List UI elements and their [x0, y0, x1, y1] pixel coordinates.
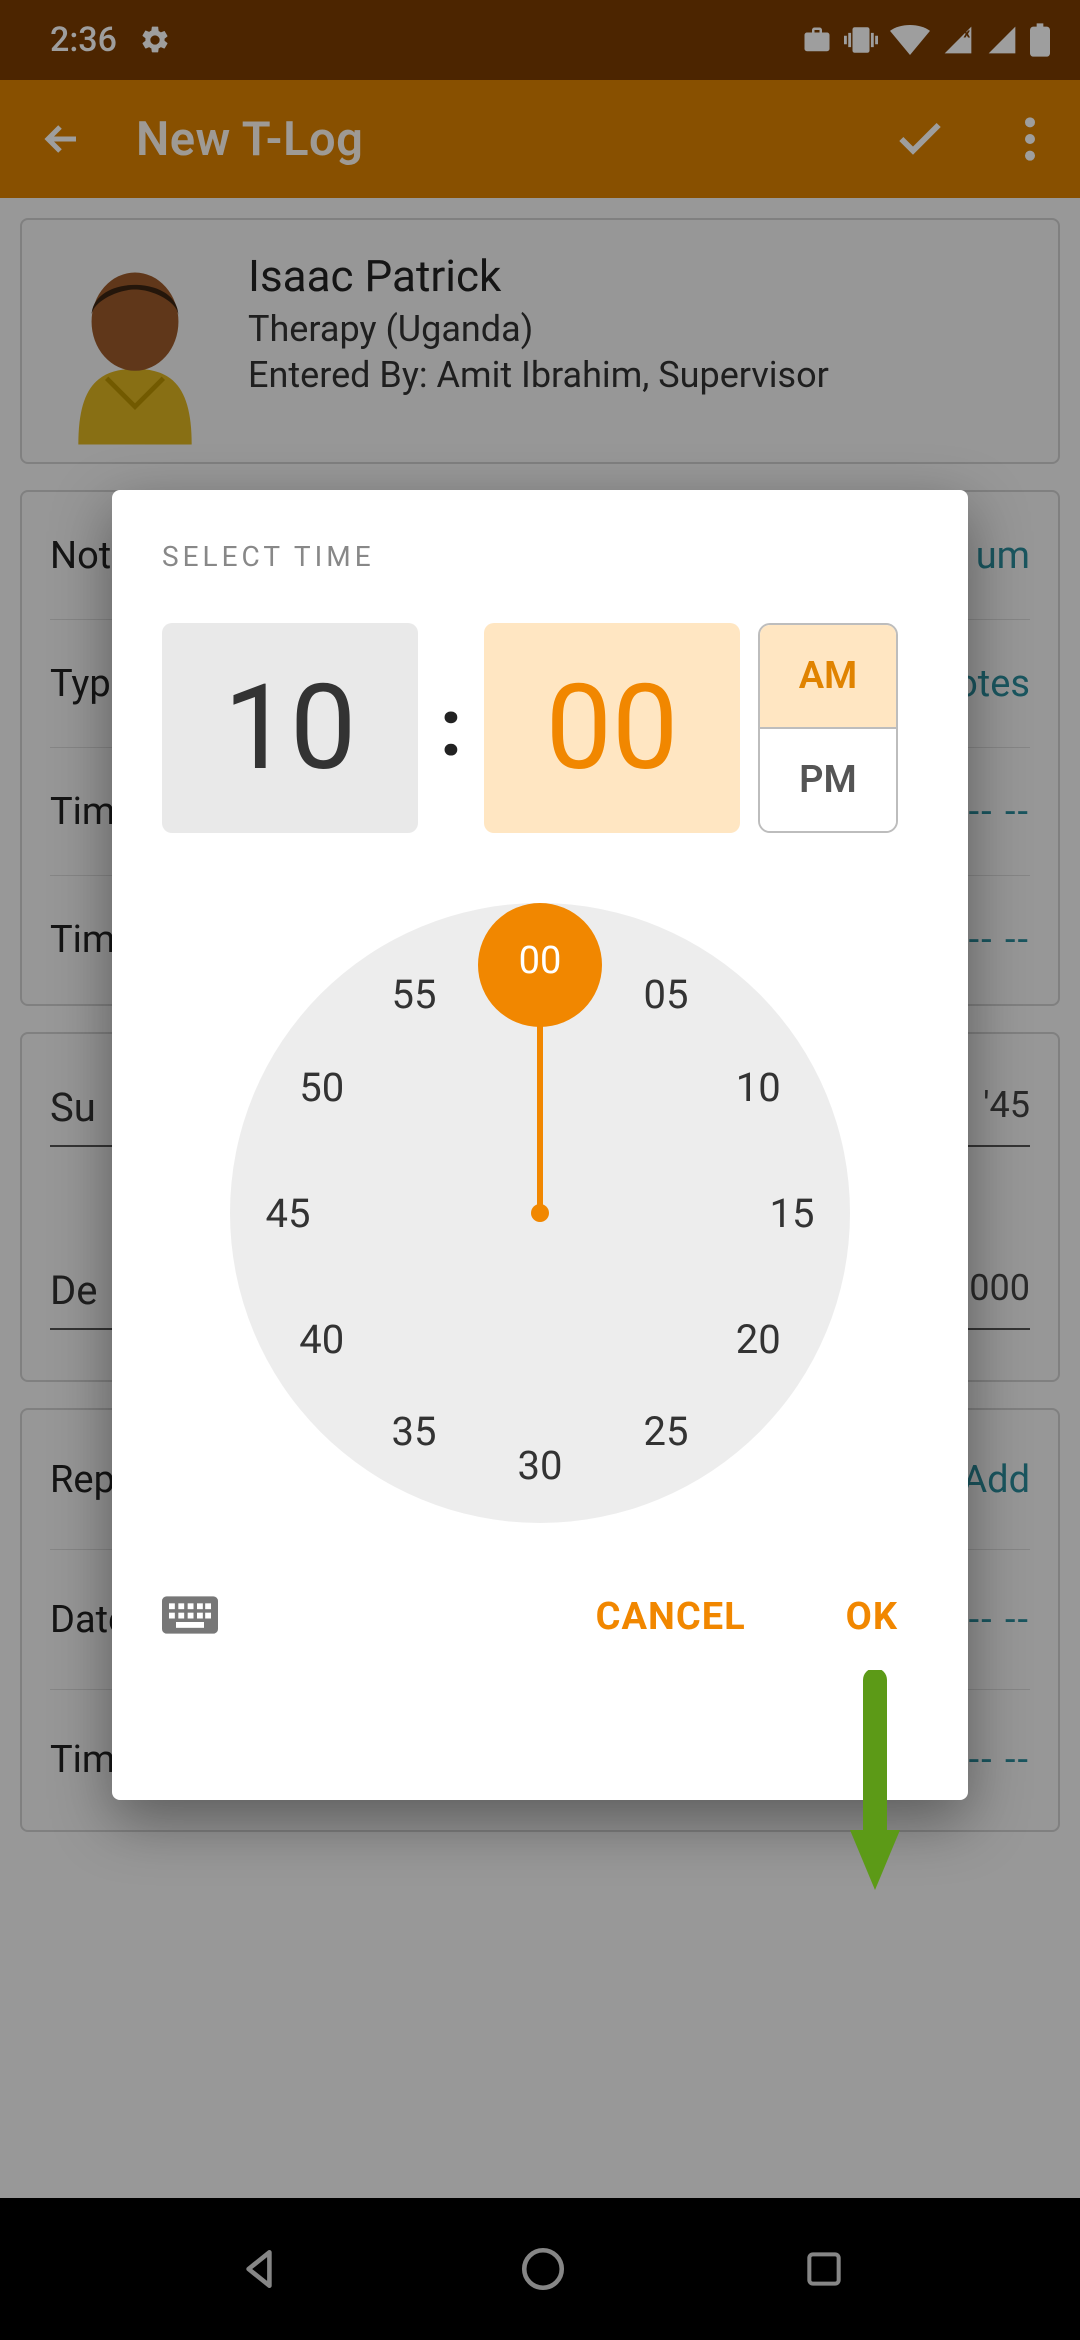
app-bar: New T-Log	[0, 80, 1080, 198]
person-by: Entered By: Amit Ibrahim, Supervisor	[248, 354, 829, 396]
minute-box[interactable]: 00	[484, 623, 740, 833]
back-button[interactable]	[26, 103, 98, 175]
person-name: Isaac Patrick	[248, 250, 829, 302]
nav-back-button[interactable]	[234, 2244, 284, 2294]
selected-minute: 00	[519, 939, 562, 983]
clock-tick[interactable]: 25	[636, 1401, 696, 1461]
avatar	[50, 250, 220, 450]
clock-face[interactable]: 00 05 10 15 20 25 30 35 40 45 50 55	[230, 903, 850, 1523]
dialog-title: SELECT TIME	[162, 540, 918, 573]
clock-tick[interactable]: 45	[258, 1183, 318, 1243]
confirm-button[interactable]	[884, 103, 956, 175]
clock-center	[531, 1204, 549, 1222]
person-card: Isaac Patrick Therapy (Uganda) Entered B…	[20, 218, 1060, 464]
pm-option[interactable]: PM	[760, 729, 896, 831]
clock-tick[interactable]: 10	[728, 1057, 788, 1117]
clock-tick[interactable]: 40	[292, 1309, 352, 1369]
nav-recents-button[interactable]	[802, 2247, 846, 2291]
svg-text:x: x	[963, 26, 970, 41]
battery-icon	[1030, 23, 1050, 57]
gear-icon	[139, 24, 171, 56]
time-picker-dialog: SELECT TIME 10 : 00 AM PM 00 05 10 15 20 25 3…	[112, 490, 968, 1800]
status-time: 2:36	[50, 20, 117, 60]
clock-tick[interactable]: 05	[636, 965, 696, 1025]
clock-tick[interactable]: 55	[384, 965, 444, 1025]
status-bar: 2:36 x	[0, 0, 1080, 80]
hour-box[interactable]: 10	[162, 623, 418, 833]
nav-home-button[interactable]	[518, 2244, 568, 2294]
page-title: New T-Log	[136, 112, 846, 167]
clock-tick[interactable]: 50	[292, 1057, 352, 1117]
annotation-arrow	[840, 1670, 910, 1900]
wifi-icon	[890, 24, 930, 56]
overflow-menu-button[interactable]	[994, 103, 1066, 175]
clock-tick[interactable]: 30	[510, 1435, 570, 1495]
ampm-toggle[interactable]: AM PM	[758, 623, 898, 833]
signal-icon: x	[942, 24, 974, 56]
time-colon: :	[436, 681, 466, 775]
navigation-bar	[0, 2198, 1080, 2340]
ok-button[interactable]: OK	[826, 1583, 918, 1651]
signal-icon-2	[986, 24, 1018, 56]
person-org: Therapy (Uganda)	[248, 308, 829, 350]
clock-tick[interactable]: 35	[384, 1401, 444, 1461]
vibrate-icon	[844, 23, 878, 57]
clock-tick[interactable]: 15	[762, 1183, 822, 1243]
clock-tick[interactable]: 20	[728, 1309, 788, 1369]
cancel-button[interactable]: CANCEL	[576, 1583, 766, 1651]
keyboard-input-button[interactable]	[162, 1595, 222, 1639]
briefcase-icon	[802, 25, 832, 55]
clock-hand	[537, 959, 543, 1213]
am-option[interactable]: AM	[760, 625, 896, 729]
